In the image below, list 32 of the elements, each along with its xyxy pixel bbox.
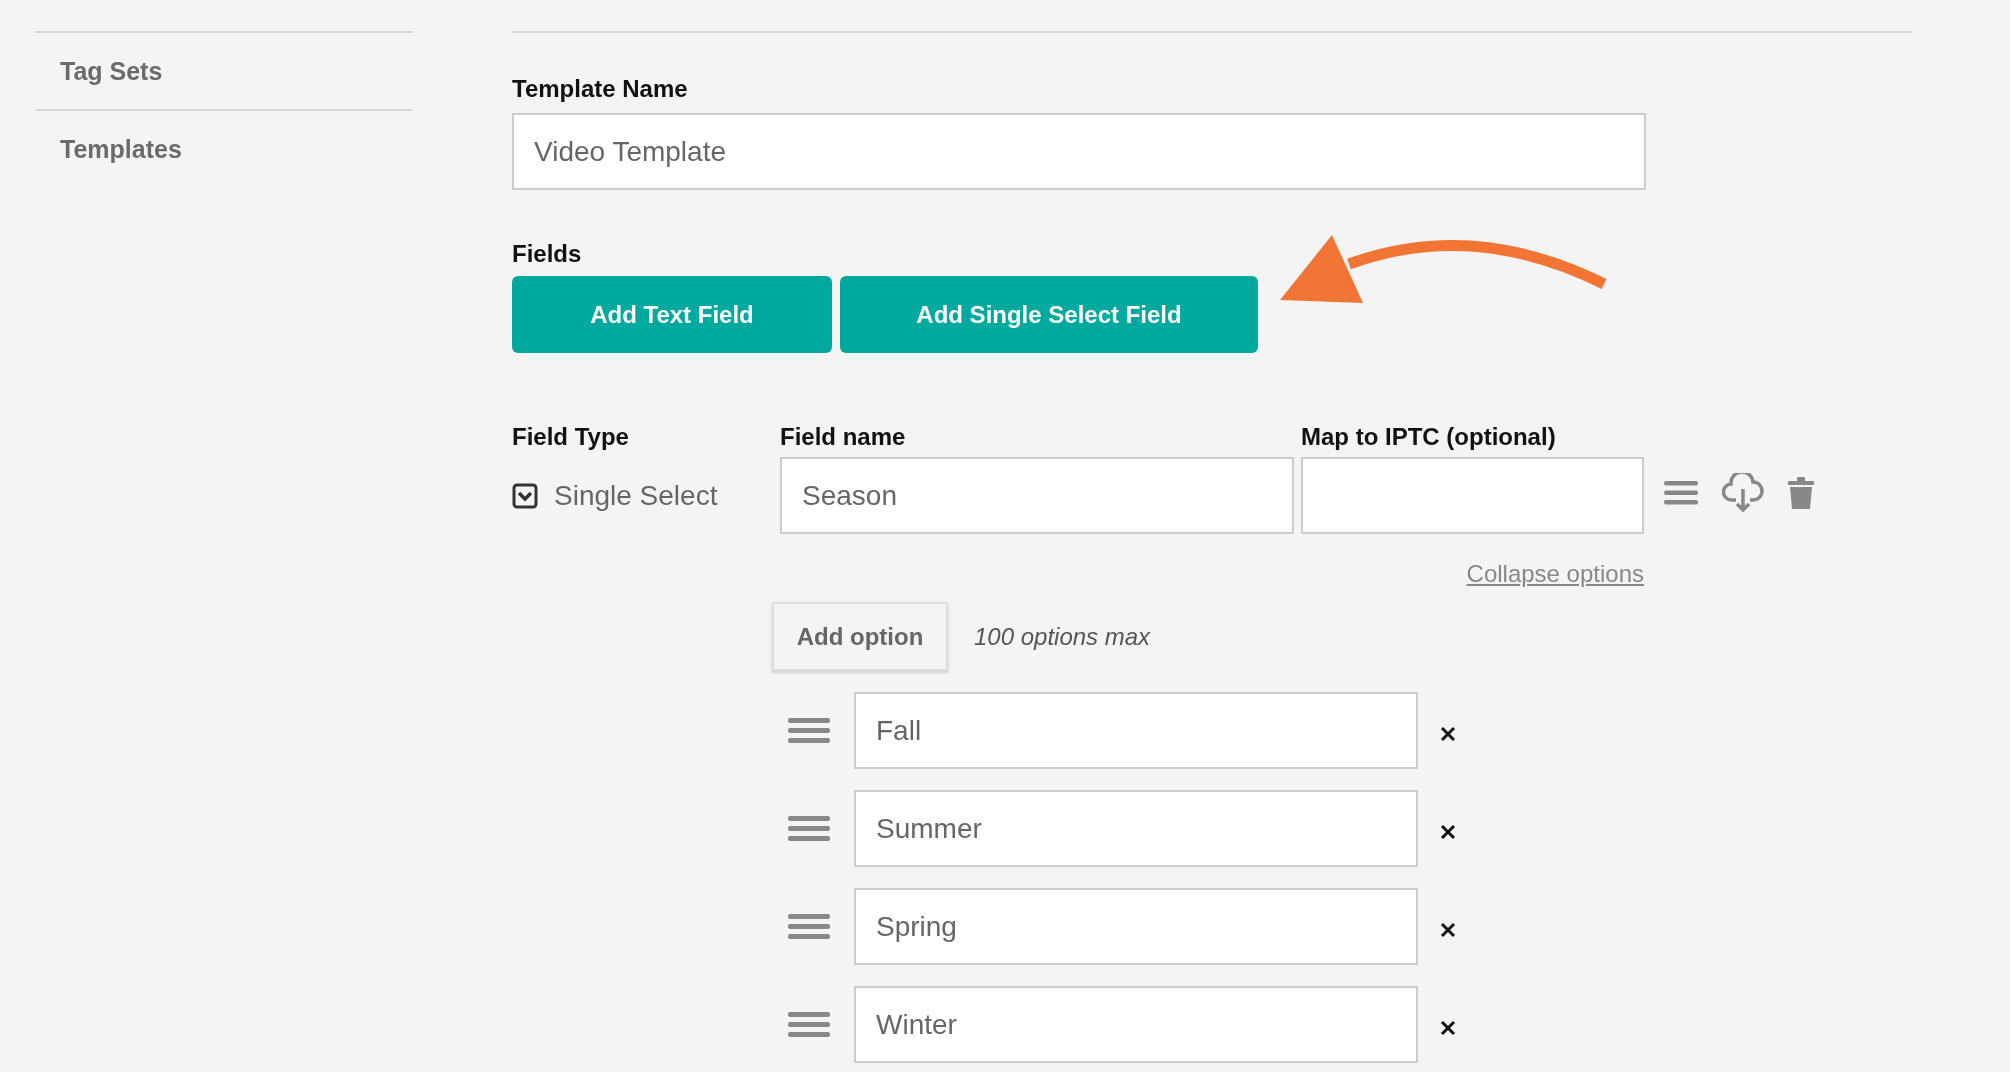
cloud-download-icon[interactable]	[1722, 472, 1764, 513]
column-label: Field Type	[512, 423, 630, 451]
column-label: Field name	[780, 423, 907, 451]
column-label: Map to IPTC (optional)	[1301, 423, 1557, 451]
option-input[interactable]: Winter	[854, 986, 1418, 1063]
option-input[interactable]: Summer	[854, 790, 1418, 867]
add-option-button[interactable]: Add option	[772, 602, 948, 671]
add-single-select-field-button[interactable]: Add Single Select Field	[840, 276, 1258, 353]
chevron-down-checkbox-icon[interactable]	[512, 482, 538, 509]
drag-handle-icon[interactable]	[788, 717, 830, 744]
drag-handle-icon[interactable]	[788, 815, 830, 842]
section-heading: Fields	[512, 240, 583, 268]
option-input[interactable]: Fall	[854, 692, 1418, 769]
option-input[interactable]: Spring	[854, 888, 1418, 965]
field-label: Template Name	[512, 75, 689, 103]
options-limit-note: 100 options max	[974, 622, 1151, 651]
close-icon[interactable]	[1440, 823, 1456, 840]
add-text-field-button[interactable]: Add Text Field	[512, 276, 832, 353]
field-type-text: Single Select	[554, 479, 718, 512]
drag-handle-icon[interactable]	[788, 1011, 830, 1038]
drag-handle-icon[interactable]	[788, 913, 830, 940]
sidebar-item[interactable]: Templates	[36, 111, 412, 187]
close-icon[interactable]	[1440, 921, 1456, 938]
close-icon[interactable]	[1440, 1019, 1456, 1036]
sidebar-item[interactable]: Tag Sets	[36, 33, 412, 111]
trash-icon[interactable]	[1788, 476, 1814, 509]
drag-handle-icon[interactable]	[1664, 480, 1698, 505]
field-name-input[interactable]: Season	[780, 457, 1294, 534]
template-name-input[interactable]: Video Template	[512, 113, 1646, 190]
collapse-options-link[interactable]: Collapse options	[1466, 560, 1644, 588]
close-icon[interactable]	[1440, 725, 1456, 742]
iptc-input[interactable]	[1301, 457, 1644, 534]
